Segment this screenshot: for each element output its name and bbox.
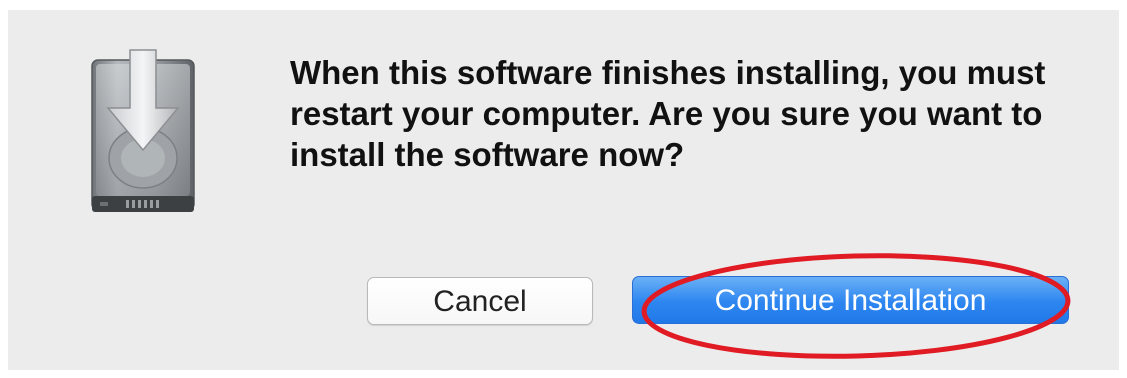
- install-confirmation-dialog: When this software finishes installing, …: [8, 10, 1119, 370]
- dialog-message: When this software finishes installing, …: [290, 54, 1046, 173]
- installer-disk-icon: [91, 49, 195, 212]
- cancel-button[interactable]: Cancel: [367, 277, 593, 325]
- continue-installation-button[interactable]: Continue Installation: [632, 276, 1069, 324]
